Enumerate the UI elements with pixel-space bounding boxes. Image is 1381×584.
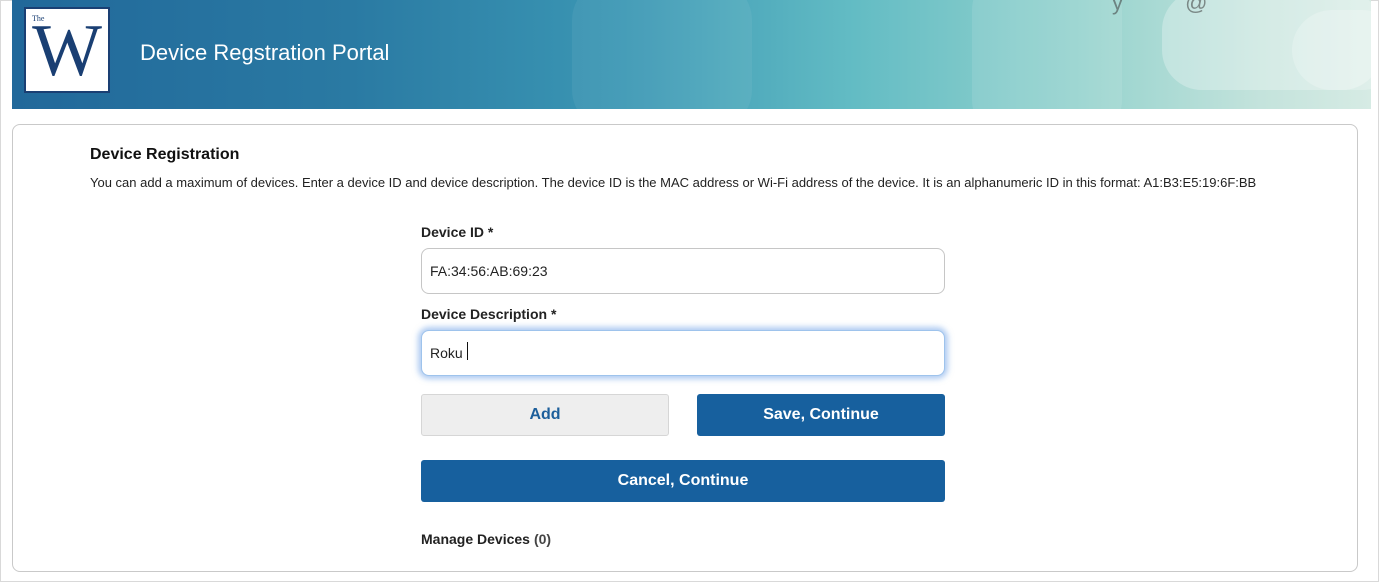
device-id-input[interactable] (421, 248, 945, 294)
banner-decor (572, 0, 752, 109)
logo-letter: W (32, 10, 102, 92)
header-top-right-glyphs: y @ (1112, 0, 1236, 15)
intro-text: You can add a maximum of devices. Enter … (90, 175, 1257, 190)
page-title: Device Regstration Portal (140, 40, 390, 65)
manage-devices[interactable]: Manage Devices (0) (421, 531, 551, 547)
text-caret (467, 342, 468, 360)
logo[interactable]: The W (24, 7, 110, 93)
save-continue-button[interactable]: Save, Continue (697, 394, 945, 436)
device-id-label: Device ID * (421, 224, 494, 240)
device-description-label: Device Description * (421, 306, 557, 322)
device-description-input[interactable] (421, 330, 945, 376)
add-button[interactable]: Add (421, 394, 669, 436)
manage-devices-label: Manage Devices (421, 531, 530, 547)
banner-decor (972, 0, 1122, 109)
section-heading: Device Registration (90, 146, 240, 163)
cancel-continue-button[interactable]: Cancel, Continue (421, 460, 945, 502)
manage-devices-count: (0) (533, 531, 552, 547)
banner-decor (1292, 10, 1371, 90)
